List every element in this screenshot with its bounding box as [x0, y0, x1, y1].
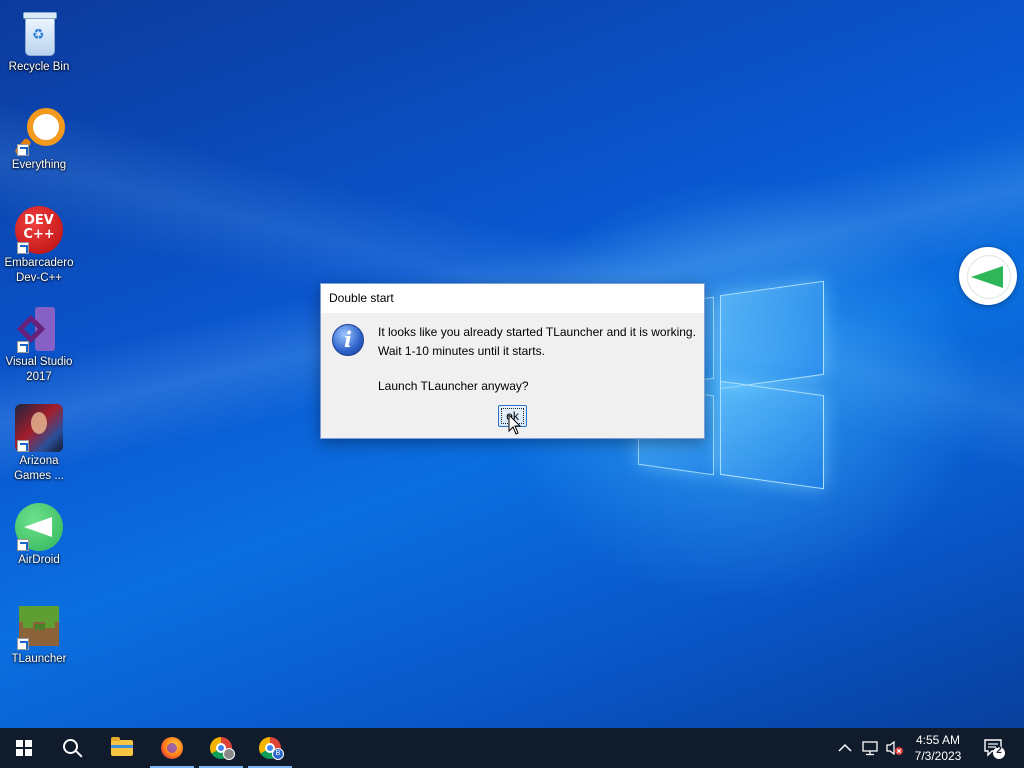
chevron-up-icon	[838, 743, 852, 752]
desktop: ♻ Recycle Bin Everything DEV C++ Embarca…	[0, 0, 1024, 728]
dialog-message-line: Wait 1-10 minutes until it starts.	[378, 344, 545, 358]
show-hidden-icons-button[interactable]	[838, 728, 854, 768]
network-tray-button[interactable]	[862, 728, 880, 768]
desktop-icon-recycle-bin[interactable]: ♻ Recycle Bin	[0, 4, 78, 75]
shortcut-arrow-icon	[17, 638, 29, 650]
desktop-icon-label: Embarcadero Dev-C++	[4, 257, 74, 284]
airdroid-icon	[15, 503, 63, 551]
desktop-icon-airdroid[interactable]: AirDroid	[0, 497, 78, 568]
file-explorer-button[interactable]	[98, 728, 146, 768]
tlauncher-icon	[15, 602, 63, 650]
info-icon: i	[332, 324, 364, 356]
arizona-games-icon	[15, 404, 63, 452]
ok-button[interactable]: ok	[498, 405, 527, 427]
taskbar: B 4:55 AM 7/3/2023 2	[0, 728, 1024, 768]
system-clock[interactable]: 4:55 AM 7/3/2023	[906, 732, 970, 764]
desktop-icon-label: Recycle Bin	[8, 61, 70, 73]
search-button[interactable]	[48, 728, 96, 768]
desktop-icon-label: Arizona Games ...	[14, 455, 64, 482]
chrome-profile-b-button[interactable]: B	[246, 728, 294, 768]
desktop-icon-label: Visual Studio 2017	[5, 356, 73, 383]
start-button[interactable]	[0, 728, 48, 768]
shortcut-arrow-icon	[17, 242, 29, 254]
search-icon	[62, 738, 78, 754]
shortcut-arrow-icon	[17, 440, 29, 452]
volume-muted-icon	[886, 740, 903, 756]
desktop-icon-label: TLauncher	[11, 653, 67, 665]
volume-tray-button[interactable]	[885, 728, 905, 768]
desktop-icon-arizona-games[interactable]: Arizona Games ...	[0, 398, 78, 484]
dialog-message-line: It looks like you already started TLaunc…	[378, 325, 696, 339]
visual-studio-icon	[15, 305, 63, 353]
chrome-button[interactable]	[197, 728, 245, 768]
recycle-bin-icon: ♻	[15, 10, 63, 58]
desktop-icon-label: Everything	[11, 159, 67, 171]
firefox-button[interactable]	[148, 728, 196, 768]
desktop-icon-tlauncher[interactable]: TLauncher	[0, 596, 78, 667]
windows-logo-icon	[16, 740, 32, 756]
clock-time: 4:55 AM	[915, 733, 961, 747]
dev-cpp-icon: DEV C++	[15, 206, 63, 254]
desktop-icon-visual-studio[interactable]: Visual Studio 2017	[0, 299, 78, 385]
double-start-dialog: Double start i It looks like you already…	[320, 283, 705, 439]
airdroid-arrow-icon	[971, 266, 1003, 288]
desktop-icon-label: AirDroid	[18, 554, 60, 566]
firefox-icon	[161, 737, 183, 759]
everything-icon	[14, 108, 65, 157]
airdroid-floating-button[interactable]	[959, 247, 1017, 305]
action-center-button[interactable]: 2	[982, 736, 1006, 760]
dialog-title: Double start	[321, 284, 704, 313]
folder-icon	[111, 737, 133, 756]
profile-avatar-icon	[223, 748, 235, 760]
notification-count: 2	[996, 745, 1002, 756]
dialog-question: Launch TLauncher anyway?	[378, 379, 529, 393]
desktop-icon-dev-cpp[interactable]: DEV C++ Embarcadero Dev-C++	[0, 200, 78, 286]
desktop-icon-everything[interactable]: Everything	[0, 102, 78, 173]
network-icon	[862, 741, 878, 756]
shortcut-arrow-icon	[17, 341, 29, 353]
clock-date: 7/3/2023	[914, 749, 962, 763]
shortcut-arrow-icon	[17, 144, 29, 156]
profile-badge: B	[272, 748, 284, 760]
shortcut-arrow-icon	[17, 539, 29, 551]
